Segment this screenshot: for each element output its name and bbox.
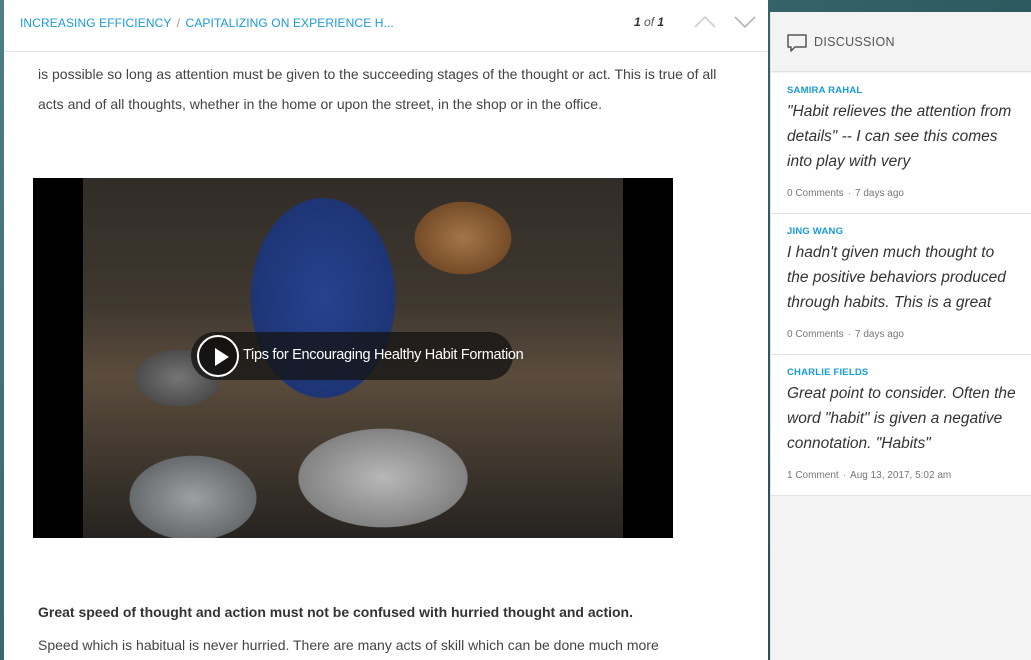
breadcrumb-link-section[interactable]: INCREASING EFFICIENCY — [20, 16, 171, 30]
discussion-sidebar: DISCUSSION SAMIRA RAHAL "Habit relieves … — [770, 12, 1031, 660]
article-subheading: Great speed of thought and action must n… — [38, 604, 633, 620]
discussion-header[interactable]: DISCUSSION — [771, 12, 1031, 72]
article-paragraph: is possible so long as attention must be… — [38, 66, 717, 112]
post-time: 7 days ago — [855, 329, 904, 340]
breadcrumb: INCREASING EFFICIENCY / CAPITALIZING ON … — [20, 16, 394, 30]
post-comment-count[interactable]: 0 Comments — [787, 188, 844, 199]
post-comment-count[interactable]: 1 Comment — [787, 470, 839, 481]
breadcrumb-separator: / — [176, 16, 181, 30]
post-excerpt: I hadn't given much thought to the posit… — [787, 244, 1006, 311]
breadcrumb-link-page[interactable]: CAPITALIZING ON EXPERIENCE H... — [186, 16, 394, 30]
main-panel: INCREASING EFFICIENCY / CAPITALIZING ON … — [4, 0, 768, 660]
top-bar: INCREASING EFFICIENCY / CAPITALIZING ON … — [4, 0, 768, 52]
post-time: 7 days ago — [855, 188, 904, 199]
post-author[interactable]: JING WANG — [787, 226, 843, 237]
video-player[interactable]: Tips for Encouraging Healthy Habit Forma… — [33, 178, 673, 538]
discussion-post[interactable]: CHARLIE FIELDS Great point to consider. … — [771, 355, 1031, 496]
chevron-down-icon[interactable] — [733, 12, 757, 32]
post-meta: 0 Comments · 7 days ago — [787, 329, 904, 340]
post-author[interactable]: SAMIRA RAHAL — [787, 85, 862, 96]
post-time: Aug 13, 2017, 5:02 am — [850, 470, 952, 481]
discussion-title: DISCUSSION — [814, 35, 895, 49]
play-icon[interactable] — [197, 335, 239, 377]
page-of-label: of — [644, 15, 655, 29]
discussion-post[interactable]: JING WANG I hadn't given much thought to… — [771, 214, 1031, 355]
page-counter: 1 of 1 — [634, 15, 664, 29]
speech-bubble-icon — [786, 33, 808, 53]
page-total: 1 — [657, 15, 665, 29]
post-excerpt: "Habit relieves the attention from detai… — [787, 103, 1012, 170]
page-current: 1 — [634, 15, 641, 29]
post-meta: 0 Comments · 7 days ago — [787, 188, 904, 199]
post-author[interactable]: CHARLIE FIELDS — [787, 367, 868, 378]
chevron-up-icon[interactable] — [693, 12, 717, 32]
discussion-post[interactable]: SAMIRA RAHAL "Habit relieves the attenti… — [771, 73, 1031, 214]
article-paragraph: Speed which is habitual is never hurried… — [38, 637, 659, 653]
post-comment-count[interactable]: 0 Comments — [787, 329, 844, 340]
post-meta: 1 Comment · Aug 13, 2017, 5:02 am — [787, 470, 952, 481]
video-title: Tips for Encouraging Healthy Habit Forma… — [243, 347, 524, 363]
post-excerpt: Great point to consider. Often the word … — [787, 385, 1016, 452]
